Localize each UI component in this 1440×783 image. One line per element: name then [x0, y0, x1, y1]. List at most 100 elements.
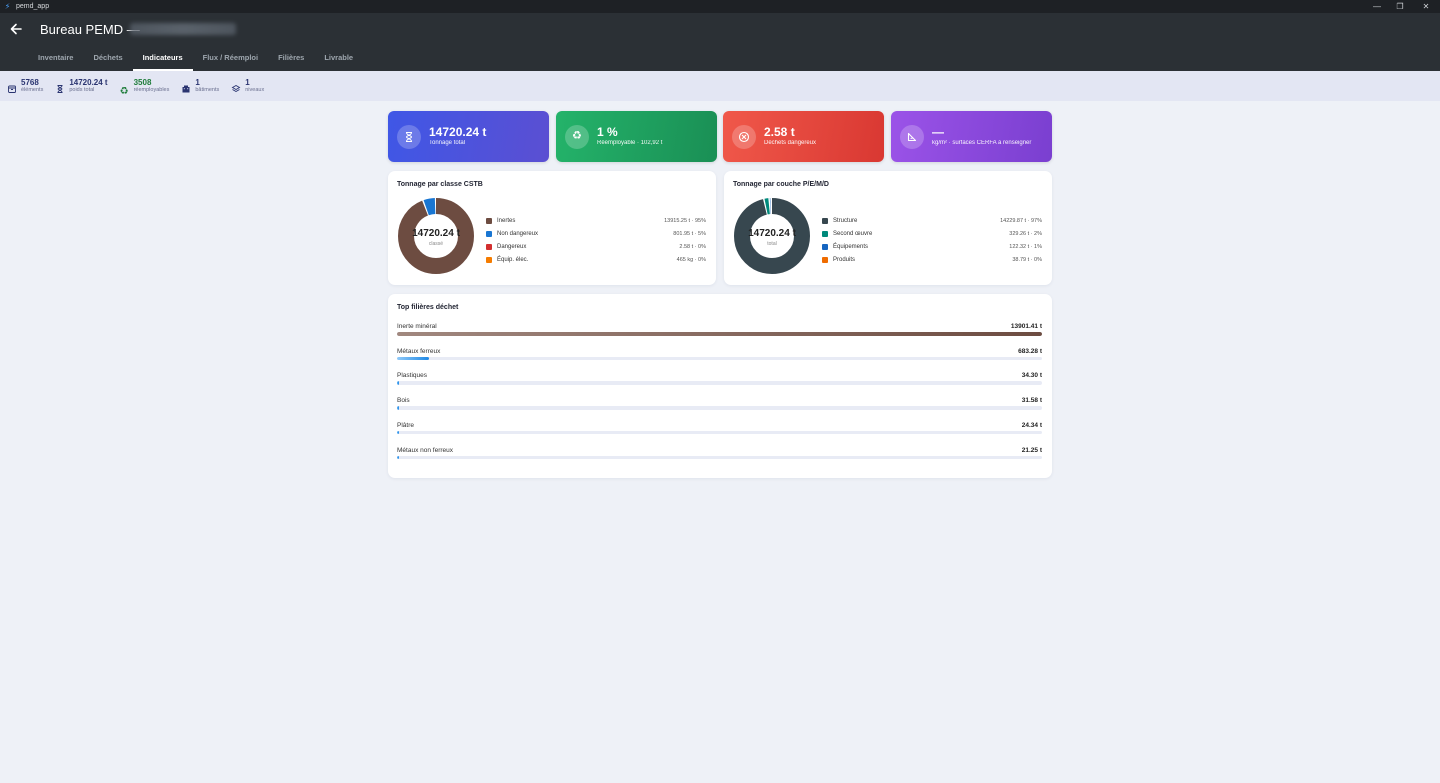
- legend-value: 465 kg · 0%: [676, 256, 706, 263]
- bar-value: 13901.41 t: [1010, 323, 1042, 330]
- bar-track: [397, 332, 1042, 336]
- restore-icon[interactable]: ❐: [1387, 0, 1413, 13]
- chart-title: Tonnage par couche P/E/M/D: [733, 181, 829, 188]
- kpi-label: Réemployable · 102,92 t: [597, 140, 663, 146]
- bar-fill: [397, 406, 400, 410]
- legend-value: 13915.25 t · 95%: [664, 217, 706, 224]
- donut-center-value: 14720.24 t: [412, 228, 460, 239]
- stat-niveaux: 1 niveaux: [231, 77, 265, 94]
- bar-value: 31.58 t: [1021, 397, 1042, 405]
- legend-label: Produits: [833, 256, 856, 263]
- kpi-label: Tonnage total: [429, 140, 466, 146]
- stat-bâtiments: 1 bâtiments: [181, 78, 220, 94]
- legend-value: 329.26 t · 2%: [1009, 230, 1042, 237]
- legend-item: Inertes 13915.25 t · 95%: [486, 214, 706, 227]
- legend-value: 14229.87 t · 97%: [1000, 217, 1042, 224]
- legend-swatch: [486, 243, 492, 250]
- tab-livrable[interactable]: Livrable: [314, 51, 363, 71]
- legend-value: 122.32 t · 1%: [1009, 243, 1042, 250]
- bar-fill: [397, 430, 400, 435]
- stat-value: 5768: [21, 77, 39, 87]
- stat-label: niveaux: [245, 86, 265, 93]
- bar-value: 24.34 t: [1021, 421, 1042, 429]
- tab-flux-réemploi[interactable]: Flux / Réemploi: [193, 51, 268, 71]
- ruler-triangle-icon: [900, 124, 924, 149]
- window-app-name: pemd_app: [16, 3, 50, 10]
- kpi-card-ratio: — kg/m² · surfaces CERFA à renseigner: [891, 111, 1052, 162]
- bar-track: [397, 455, 1042, 459]
- bar-label: Inerte minéral: [397, 323, 437, 330]
- legend-item: Structure 14229.87 t · 97%: [822, 214, 1042, 227]
- legend-swatch: [822, 243, 828, 250]
- layers-icon: [231, 81, 241, 93]
- tab-indicateurs[interactable]: Indicateurs: [132, 51, 193, 71]
- stat-éléments: 5768 éléments: [7, 77, 44, 94]
- bar-fill: [397, 455, 400, 459]
- legend-label: Dangereux: [497, 243, 527, 250]
- bar-label: Bois: [397, 397, 410, 405]
- tab-bar: Inventaire Déchets Indicateurs Flux / Réemp…: [28, 51, 363, 71]
- close-icon[interactable]: ✕: [1413, 0, 1439, 13]
- legend-label: Inertes: [497, 217, 516, 224]
- stat-value: 1: [245, 77, 250, 87]
- legend-item: Produits 38.79 t · 0%: [822, 253, 1042, 266]
- app-header: Bureau PEMD — Inventaire Déchets Indicateu…: [0, 13, 1440, 71]
- legend-label: Second œuvre: [833, 230, 873, 237]
- hourglass-icon: [397, 124, 421, 149]
- panel-top-waste-streams: Top filières déchet Inerte minéral 13901.…: [388, 294, 1052, 478]
- bar-track: [397, 381, 1042, 385]
- legend-swatch: [822, 256, 828, 263]
- back-arrow-icon[interactable]: [8, 21, 24, 37]
- legend-swatch: [822, 217, 828, 224]
- chart-legend: Inertes 13915.25 t · 95% Non dangereux 801.…: [486, 214, 706, 266]
- bar-value: 34.30 t: [1021, 372, 1042, 380]
- kpi-value: 14720.24 t: [429, 125, 487, 139]
- legend-swatch: [486, 256, 492, 263]
- kpi-label: kg/m² · surfaces CERFA à renseigner: [932, 140, 1032, 146]
- legend-swatch: [486, 230, 492, 237]
- tab-filières[interactable]: Filières: [268, 51, 314, 71]
- window-titlebar: ⚡ pemd_app — ❐ ✕: [0, 0, 1440, 13]
- chart-legend: Structure 14229.87 t · 97% Second œuvre 329…: [822, 214, 1042, 266]
- kpi-value: 1 %: [597, 125, 618, 139]
- flutter-app-icon: ⚡: [4, 2, 11, 11]
- panel-pemd-layer: Tonnage par couche P/E/M/D 14720.24 t to…: [724, 171, 1052, 285]
- kpi-card-hazardous: 2.58 t Déchets dangereux: [723, 111, 884, 162]
- bar-label: Plastiques: [397, 372, 427, 380]
- panel-cstb-class: Tonnage par classe CSTB 14720.24 t class…: [388, 171, 716, 285]
- kpi-card-total-tonnage: 14720.24 t Tonnage total: [388, 111, 549, 162]
- donut-center-label: classé: [428, 241, 444, 247]
- stats-strip: 5768 éléments 14720.24 t poids total ♻ 3508 ré…: [0, 71, 1440, 101]
- chart-title: Tonnage par classe CSTB: [397, 181, 483, 188]
- legend-item: Équipements 122.32 t · 1%: [822, 240, 1042, 253]
- legend-swatch: [486, 217, 492, 224]
- stat-label: éléments: [21, 86, 44, 93]
- stat-value: 3508: [133, 77, 152, 87]
- stat-réemployables: ♻ 3508 réemployables: [120, 77, 170, 97]
- recycle-icon: ♻: [565, 124, 589, 149]
- legend-item: Équip. élec. 465 kg · 0%: [486, 253, 706, 266]
- legend-item: Non dangereux 801.95 t · 5%: [486, 227, 706, 240]
- stat-label: bâtiments: [195, 86, 220, 93]
- bar-fill: [397, 356, 429, 361]
- bar-fill: [397, 381, 400, 385]
- legend-value: 801.95 t · 5%: [673, 230, 706, 237]
- page-title: Bureau PEMD —: [40, 22, 140, 37]
- legend-value: 2.58 t · 0%: [679, 243, 706, 250]
- bar-label: Métaux non ferreux: [397, 446, 454, 454]
- donut-center-label: total: [767, 241, 777, 247]
- stat-poids-total: 14720.24 t poids total: [55, 77, 108, 94]
- legend-label: Non dangereux: [497, 230, 539, 237]
- kpi-card-reusable: ♻ 1 % Réemployable · 102,92 t: [556, 111, 717, 162]
- stat-value: 14720.24 t: [69, 77, 108, 87]
- tab-déchets[interactable]: Déchets: [83, 51, 132, 71]
- tab-inventaire[interactable]: Inventaire: [28, 51, 83, 71]
- stat-label: réemployables: [133, 86, 170, 93]
- danger-icon: [732, 124, 756, 149]
- project-name-redacted: [130, 23, 236, 35]
- bar-track: [397, 406, 1042, 410]
- legend-label: Équip. élec.: [497, 256, 529, 263]
- hourglass-icon: [55, 81, 65, 93]
- bar-track: [397, 430, 1042, 435]
- bar-label: Plâtre: [397, 421, 414, 429]
